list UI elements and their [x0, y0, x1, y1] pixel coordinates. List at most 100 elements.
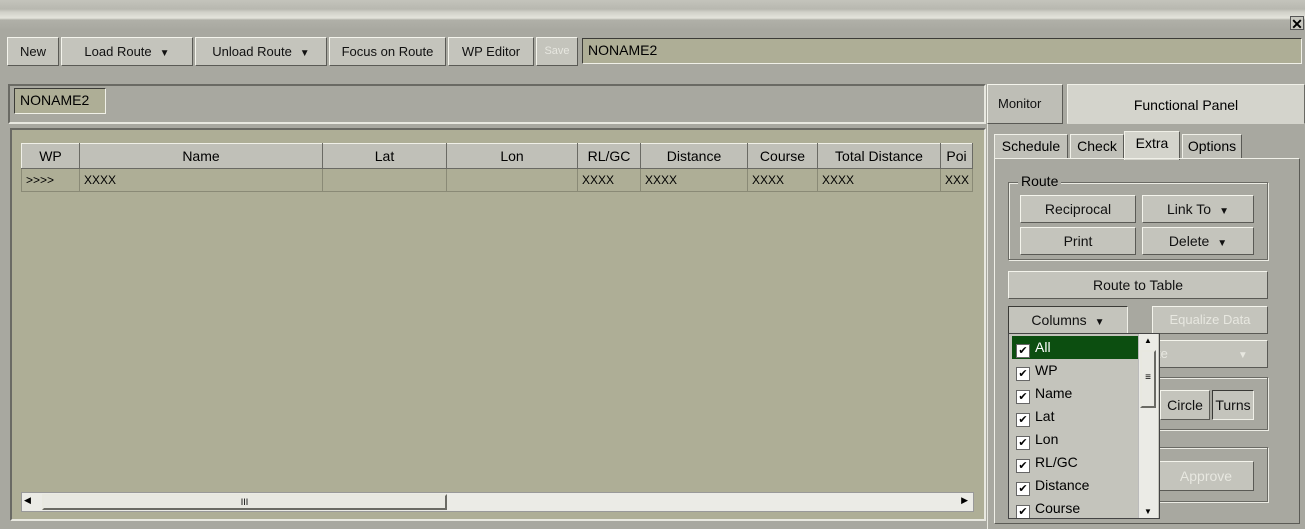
functional-panel-tab[interactable]: Functional Panel	[1067, 84, 1305, 124]
print-label: Print	[1063, 233, 1093, 249]
list-item[interactable]: ✔ Course	[1012, 497, 1144, 518]
list-item[interactable]: ✔ Name	[1012, 382, 1144, 405]
cell-lat[interactable]	[322, 168, 447, 192]
route-header-name: NONAME2	[14, 88, 106, 114]
tab-options[interactable]: Options	[1182, 134, 1242, 159]
approve-label: Approve	[1179, 468, 1233, 484]
turns-button[interactable]: Turns	[1212, 390, 1254, 420]
column-header-total-distance[interactable]: Total Distance	[817, 143, 941, 169]
scroll-left-arrow-icon[interactable]: ◀	[24, 495, 31, 506]
cell-total-distance[interactable]: XXXX	[817, 168, 941, 192]
focus-on-route-button[interactable]: Focus on Route	[329, 37, 446, 66]
tab-check[interactable]: Check	[1070, 134, 1124, 159]
route-to-table-button[interactable]: Route to Table	[1008, 271, 1268, 299]
list-item[interactable]: ✔ Lat	[1012, 405, 1144, 428]
link-to-button[interactable]: Link To ▼	[1142, 195, 1254, 223]
column-header-lat[interactable]: Lat	[322, 143, 447, 169]
monitor-tab[interactable]: Monitor	[987, 84, 1063, 124]
list-item[interactable]: ✔ WP	[1012, 359, 1144, 382]
checkbox-checked-icon[interactable]: ✔	[1016, 413, 1030, 427]
column-header-lon[interactable]: Lon	[446, 143, 578, 169]
cell-distance[interactable]: XXXX	[640, 168, 748, 192]
list-item[interactable]: ✔ All	[1012, 336, 1144, 359]
list-item-label: All	[1035, 339, 1051, 355]
list-item[interactable]: ✔ Distance	[1012, 474, 1144, 497]
column-header-poi[interactable]: Poi	[940, 143, 973, 169]
circle-button[interactable]: Circle	[1160, 390, 1210, 420]
route-header-bar	[8, 84, 986, 124]
list-item[interactable]: ✔ RL/GC	[1012, 451, 1144, 474]
horizontal-scroll-thumb[interactable]: III	[42, 494, 447, 510]
column-header-rlgc[interactable]: RL/GC	[577, 143, 641, 169]
wp-editor-label: WP Editor	[461, 44, 521, 59]
checkbox-checked-icon[interactable]: ✔	[1016, 344, 1030, 358]
column-header-name[interactable]: Name	[79, 143, 323, 169]
cell-wp[interactable]: >>>>	[21, 168, 80, 192]
new-button[interactable]: New	[7, 37, 59, 66]
checkbox-checked-icon[interactable]: ✔	[1016, 505, 1030, 518]
scroll-right-arrow-icon[interactable]: ▶	[961, 495, 968, 506]
circle-label: Circle	[1167, 397, 1203, 413]
columns-label: Columns	[1031, 312, 1087, 328]
list-item-label: Lat	[1035, 408, 1055, 424]
window-top-strip	[0, 0, 1305, 30]
checkbox-checked-icon[interactable]: ✔	[1016, 459, 1030, 473]
close-icon[interactable]: ✕	[1290, 16, 1304, 31]
load-route-button[interactable]: Load Route ▼	[61, 37, 193, 66]
route-to-table-label: Route to Table	[1092, 277, 1184, 293]
reciprocal-button[interactable]: Reciprocal	[1020, 195, 1136, 223]
unload-route-button[interactable]: Unload Route ▼	[195, 37, 327, 66]
wp-editor-button[interactable]: WP Editor	[448, 37, 534, 66]
scroll-down-arrow-icon[interactable]: ▼	[1144, 507, 1152, 516]
horizontal-scrollbar[interactable]: ◀ III ▶	[21, 492, 974, 512]
list-item-label: Distance	[1035, 477, 1090, 493]
save-button[interactable]: Save	[536, 37, 578, 66]
approve-button[interactable]: Approve	[1158, 461, 1254, 491]
print-button[interactable]: Print	[1020, 227, 1136, 255]
load-route-label: Load Route	[84, 44, 152, 59]
cell-lon[interactable]	[446, 168, 578, 192]
monitor-tab-label: Monitor	[998, 96, 1042, 111]
column-header-wp[interactable]: WP	[21, 143, 80, 169]
scroll-up-arrow-icon[interactable]: ▲	[1144, 336, 1152, 345]
functional-panel-tab-label: Functional Panel	[1133, 97, 1239, 113]
dropdown-vertical-scrollbar[interactable]: ▲ ≡ ▼	[1138, 334, 1158, 518]
reciprocal-label: Reciprocal	[1044, 201, 1112, 217]
checkbox-checked-icon[interactable]: ✔	[1016, 390, 1030, 404]
table-row[interactable]: >>>> XXXX XXXX XXXX XXXX XXXX XXX	[21, 168, 973, 192]
chevron-down-icon: ▼	[1217, 238, 1228, 249]
equalize-data-button[interactable]: Equalize Data	[1152, 306, 1268, 334]
table-header-row: WP Name Lat Lon RL/GC Distance Course To…	[21, 143, 973, 169]
checkbox-checked-icon[interactable]: ✔	[1016, 482, 1030, 496]
equalize-data-label: Equalize Data	[1169, 312, 1251, 327]
cell-poi[interactable]: XXX	[940, 168, 973, 192]
checkbox-checked-icon[interactable]: ✔	[1016, 436, 1030, 450]
cell-rlgc[interactable]: XXXX	[577, 168, 641, 192]
tab-extra-label: Extra	[1135, 135, 1169, 151]
delete-button[interactable]: Delete ▼	[1142, 227, 1254, 255]
list-item-label: RL/GC	[1035, 454, 1078, 470]
route-name-field[interactable]: NONAME2	[582, 38, 1302, 64]
tab-check-label: Check	[1077, 138, 1117, 154]
tab-extra[interactable]: Extra	[1124, 131, 1180, 160]
column-header-course[interactable]: Course	[747, 143, 818, 169]
columns-dropdown-button[interactable]: Columns ▼	[1008, 306, 1128, 334]
cell-name[interactable]: XXXX	[79, 168, 323, 192]
checkbox-checked-icon[interactable]: ✔	[1016, 367, 1030, 381]
list-item-label: Course	[1035, 500, 1081, 516]
waypoint-table: WP Name Lat Lon RL/GC Distance Course To…	[21, 143, 973, 192]
tab-schedule[interactable]: Schedule	[994, 134, 1068, 159]
chevron-down-icon: ▼	[299, 48, 310, 59]
tab-schedule-label: Schedule	[1001, 138, 1061, 154]
list-item-label: Lon	[1035, 431, 1059, 447]
unload-route-label: Unload Route	[212, 44, 292, 59]
column-header-distance[interactable]: Distance	[640, 143, 748, 169]
chevron-down-icon: ▼	[159, 48, 170, 59]
list-item[interactable]: ✔ Lon	[1012, 428, 1144, 451]
cell-course[interactable]: XXXX	[747, 168, 818, 192]
vertical-scroll-thumb[interactable]: ≡	[1140, 350, 1156, 408]
route-group-label: Route	[1018, 173, 1062, 189]
link-to-label: Link To	[1166, 201, 1212, 217]
chevron-down-icon: ▼	[1237, 350, 1248, 361]
scroll-grip-icon: III	[240, 497, 249, 507]
